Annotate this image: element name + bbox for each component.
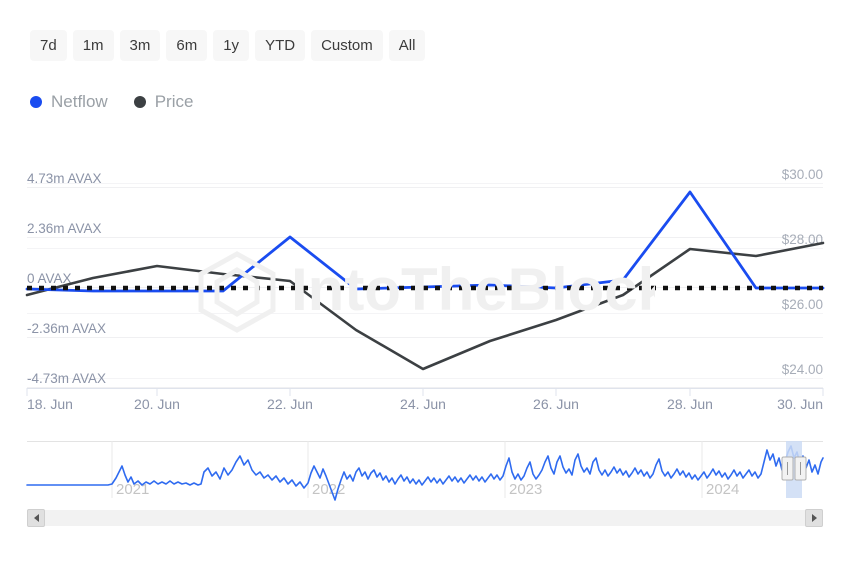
- series-line-price: [27, 243, 823, 369]
- legend-item-netflow[interactable]: Netflow: [30, 92, 108, 112]
- navigator-svg[interactable]: 2021 2022 2023 2024: [0, 432, 850, 502]
- navigator-year-2023: 2023: [509, 481, 542, 498]
- scroll-left-button[interactable]: [27, 509, 45, 527]
- series-line-netflow: [27, 192, 823, 291]
- right-axis-tick-3: $24.00: [782, 362, 823, 377]
- navigator-year-2024: 2024: [706, 481, 739, 498]
- left-axis-tick-0: 4.73m AVAX: [27, 171, 102, 186]
- legend-item-price[interactable]: Price: [134, 92, 194, 112]
- x-axis-tick-4: 26. Jun: [533, 396, 579, 412]
- legend-label-price: Price: [155, 92, 194, 112]
- x-axis-tick-1: 20. Jun: [134, 396, 180, 412]
- triangle-right-icon: [812, 514, 817, 522]
- x-axis-tick-2: 22. Jun: [267, 396, 313, 412]
- range-button-7d[interactable]: 7d: [30, 30, 67, 61]
- scrollbar-track[interactable]: [45, 510, 805, 526]
- left-axis-tick-3: -2.36m AVAX: [27, 321, 106, 336]
- x-axis-tick-6: 30. Jun: [777, 396, 823, 412]
- right-axis-tick-2: $26.00: [782, 297, 823, 312]
- right-axis-tick-0: $30.00: [782, 167, 823, 182]
- dot-icon: [30, 96, 42, 108]
- left-axis-tick-1: 2.36m AVAX: [27, 221, 102, 236]
- x-axis-tick-3: 24. Jun: [400, 396, 446, 412]
- range-button-6m[interactable]: 6m: [166, 30, 207, 61]
- plot-svg: 4.73m AVAX 2.36m AVAX 0 AVAX -2.36m AVAX…: [0, 150, 850, 420]
- x-axis: [27, 388, 823, 396]
- navigator-year-labels: 2021 2022 2023 2024: [116, 481, 739, 498]
- range-button-1m[interactable]: 1m: [73, 30, 114, 61]
- navigator-handle-right[interactable]: [795, 457, 806, 480]
- x-axis-tick-labels: 18. Jun 20. Jun 22. Jun 24. Jun 26. Jun …: [27, 396, 823, 412]
- right-axis-tick-labels: $30.00 $28.00 $26.00 $24.00: [782, 167, 823, 377]
- range-navigator[interactable]: 2021 2022 2023 2024: [0, 432, 850, 502]
- scroll-right-button[interactable]: [805, 509, 823, 527]
- netflow-price-chart-widget: 7d 1m 3m 6m 1y YTD Custom All Netflow Pr…: [0, 0, 850, 567]
- triangle-left-icon: [34, 514, 39, 522]
- left-axis-tick-4: -4.73m AVAX: [27, 371, 106, 386]
- range-button-3m[interactable]: 3m: [120, 30, 161, 61]
- x-axis-tick-5: 28. Jun: [667, 396, 713, 412]
- legend-label-netflow: Netflow: [51, 92, 108, 112]
- navigator-handle-left[interactable]: [782, 457, 793, 480]
- range-button-1y[interactable]: 1y: [213, 30, 249, 61]
- range-button-ytd[interactable]: YTD: [255, 30, 305, 61]
- x-axis-tick-0: 18. Jun: [27, 396, 73, 412]
- navigator-year-gridlines: [112, 441, 702, 498]
- range-button-all[interactable]: All: [389, 30, 426, 61]
- horizontal-scrollbar[interactable]: [27, 509, 823, 527]
- chart-legend: Netflow Price: [30, 92, 193, 112]
- dot-icon: [134, 96, 146, 108]
- main-plot-area[interactable]: IntoTheBlock 4.73m AVAX 2.36m AVA: [0, 150, 850, 420]
- range-button-custom[interactable]: Custom: [311, 30, 383, 61]
- left-axis-tick-2: 0 AVAX: [27, 271, 72, 286]
- time-range-button-group: 7d 1m 3m 6m 1y YTD Custom All: [30, 30, 425, 61]
